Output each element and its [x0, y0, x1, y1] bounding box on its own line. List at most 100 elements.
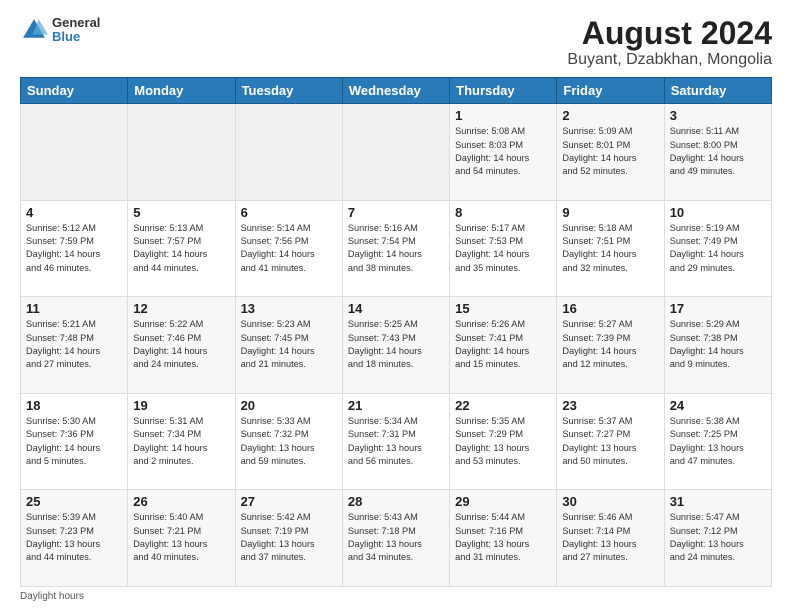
- day-info: Sunrise: 5:19 AMSunset: 7:49 PMDaylight:…: [670, 222, 766, 275]
- day-number: 24: [670, 398, 766, 413]
- logo: General Blue: [20, 16, 100, 45]
- calendar-week-5: 25Sunrise: 5:39 AMSunset: 7:23 PMDayligh…: [21, 490, 772, 587]
- calendar-header-friday: Friday: [557, 78, 664, 104]
- day-number: 29: [455, 494, 551, 509]
- calendar-cell: 14Sunrise: 5:25 AMSunset: 7:43 PMDayligh…: [342, 297, 449, 394]
- day-number: 4: [26, 205, 122, 220]
- day-info: Sunrise: 5:21 AMSunset: 7:48 PMDaylight:…: [26, 318, 122, 371]
- calendar-cell: 24Sunrise: 5:38 AMSunset: 7:25 PMDayligh…: [664, 393, 771, 490]
- calendar: SundayMondayTuesdayWednesdayThursdayFrid…: [20, 77, 772, 587]
- day-info: Sunrise: 5:17 AMSunset: 7:53 PMDaylight:…: [455, 222, 551, 275]
- calendar-cell: 21 Sunrise: 5:34 AMSunset: 7:31 PMDayligh…: [342, 393, 449, 490]
- title-block: August 2024 Buyant, Dzabkhan, Mongolia: [567, 16, 772, 69]
- calendar-cell: 27 Sunrise: 5:42 AMSunset: 7:19 PMDayligh…: [235, 490, 342, 587]
- day-number: 2: [562, 108, 658, 123]
- day-info: Sunrise: 5:34 AMSunset: 7:31 PMDaylight:…: [348, 415, 444, 468]
- calendar-header-sunday: Sunday: [21, 78, 128, 104]
- calendar-cell: 29 Sunrise: 5:44 AMSunset: 7:16 PMDayligh…: [450, 490, 557, 587]
- calendar-cell: 8 Sunrise: 5:17 AMSunset: 7:53 PMDaylight…: [450, 200, 557, 297]
- day-info: Sunrise: 5:22 AMSunset: 7:46 PMDaylight:…: [133, 318, 229, 371]
- day-number: 22: [455, 398, 551, 413]
- calendar-week-4: 18 Sunrise: 5:30 AMSunset: 7:36 PMDayligh…: [21, 393, 772, 490]
- day-number: 16: [562, 301, 658, 316]
- day-number: 1: [455, 108, 551, 123]
- day-number: 27: [241, 494, 337, 509]
- calendar-cell: [342, 104, 449, 201]
- calendar-cell: 20Sunrise: 5:33 AMSunset: 7:32 PMDayligh…: [235, 393, 342, 490]
- day-number: 6: [241, 205, 337, 220]
- header: General Blue August 2024 Buyant, Dzabkha…: [20, 16, 772, 69]
- day-info: Sunrise: 5:37 AMSunset: 7:27 PMDaylight:…: [562, 415, 658, 468]
- calendar-cell: 5 Sunrise: 5:13 AMSunset: 7:57 PMDaylight…: [128, 200, 235, 297]
- calendar-cell: [128, 104, 235, 201]
- day-info: Sunrise: 5:25 AMSunset: 7:43 PMDaylight:…: [348, 318, 444, 371]
- calendar-cell: 1 Sunrise: 5:08 AMSunset: 8:03 PMDaylight…: [450, 104, 557, 201]
- calendar-cell: 12 Sunrise: 5:22 AMSunset: 7:46 PMDayligh…: [128, 297, 235, 394]
- calendar-cell: 9 Sunrise: 5:18 AMSunset: 7:51 PMDaylight…: [557, 200, 664, 297]
- day-info: Sunrise: 5:18 AMSunset: 7:51 PMDaylight:…: [562, 222, 658, 275]
- day-info: Sunrise: 5:43 AMSunset: 7:18 PMDaylight:…: [348, 511, 444, 564]
- day-number: 20: [241, 398, 337, 413]
- calendar-cell: 16 Sunrise: 5:27 AMSunset: 7:39 PMDayligh…: [557, 297, 664, 394]
- footer: Daylight hours: [20, 591, 772, 602]
- logo-text: General Blue: [52, 16, 100, 45]
- day-info: Sunrise: 5:40 AMSunset: 7:21 PMDaylight:…: [133, 511, 229, 564]
- day-number: 11: [26, 301, 122, 316]
- day-number: 30: [562, 494, 658, 509]
- day-number: 31: [670, 494, 766, 509]
- day-number: 12: [133, 301, 229, 316]
- calendar-cell: 25Sunrise: 5:39 AMSunset: 7:23 PMDayligh…: [21, 490, 128, 587]
- calendar-header-tuesday: Tuesday: [235, 78, 342, 104]
- page-title: August 2024: [567, 16, 772, 51]
- day-info: Sunrise: 5:09 AMSunset: 8:01 PMDaylight:…: [562, 125, 658, 178]
- calendar-body: 1 Sunrise: 5:08 AMSunset: 8:03 PMDaylight…: [21, 104, 772, 587]
- day-info: Sunrise: 5:44 AMSunset: 7:16 PMDaylight:…: [455, 511, 551, 564]
- calendar-cell: 26Sunrise: 5:40 AMSunset: 7:21 PMDayligh…: [128, 490, 235, 587]
- day-info: Sunrise: 5:27 AMSunset: 7:39 PMDaylight:…: [562, 318, 658, 371]
- day-number: 5: [133, 205, 229, 220]
- calendar-cell: 17Sunrise: 5:29 AMSunset: 7:38 PMDayligh…: [664, 297, 771, 394]
- calendar-cell: 4Sunrise: 5:12 AMSunset: 7:59 PMDaylight…: [21, 200, 128, 297]
- day-info: Sunrise: 5:08 AMSunset: 8:03 PMDaylight:…: [455, 125, 551, 178]
- calendar-cell: 3Sunrise: 5:11 AMSunset: 8:00 PMDaylight…: [664, 104, 771, 201]
- logo-line2: Blue: [52, 30, 100, 44]
- calendar-cell: 30 Sunrise: 5:46 AMSunset: 7:14 PMDayligh…: [557, 490, 664, 587]
- day-number: 8: [455, 205, 551, 220]
- day-info: Sunrise: 5:30 AMSunset: 7:36 PMDaylight:…: [26, 415, 122, 468]
- day-info: Sunrise: 5:31 AMSunset: 7:34 PMDaylight:…: [133, 415, 229, 468]
- page: General Blue August 2024 Buyant, Dzabkha…: [0, 0, 792, 612]
- calendar-cell: 19 Sunrise: 5:31 AMSunset: 7:34 PMDayligh…: [128, 393, 235, 490]
- calendar-cell: 18 Sunrise: 5:30 AMSunset: 7:36 PMDayligh…: [21, 393, 128, 490]
- day-number: 19: [133, 398, 229, 413]
- calendar-week-2: 4Sunrise: 5:12 AMSunset: 7:59 PMDaylight…: [21, 200, 772, 297]
- calendar-week-3: 11 Sunrise: 5:21 AMSunset: 7:48 PMDayligh…: [21, 297, 772, 394]
- day-info: Sunrise: 5:26 AMSunset: 7:41 PMDaylight:…: [455, 318, 551, 371]
- calendar-cell: 2 Sunrise: 5:09 AMSunset: 8:01 PMDaylight…: [557, 104, 664, 201]
- day-number: 28: [348, 494, 444, 509]
- day-number: 21: [348, 398, 444, 413]
- day-number: 3: [670, 108, 766, 123]
- day-info: Sunrise: 5:46 AMSunset: 7:14 PMDaylight:…: [562, 511, 658, 564]
- logo-line1: General: [52, 16, 100, 30]
- calendar-cell: [21, 104, 128, 201]
- calendar-cell: 23Sunrise: 5:37 AMSunset: 7:27 PMDayligh…: [557, 393, 664, 490]
- day-number: 9: [562, 205, 658, 220]
- day-number: 13: [241, 301, 337, 316]
- calendar-cell: 7Sunrise: 5:16 AMSunset: 7:54 PMDaylight…: [342, 200, 449, 297]
- calendar-cell: 13 Sunrise: 5:23 AMSunset: 7:45 PMDayligh…: [235, 297, 342, 394]
- day-number: 25: [26, 494, 122, 509]
- calendar-cell: 10Sunrise: 5:19 AMSunset: 7:49 PMDayligh…: [664, 200, 771, 297]
- calendar-cell: [235, 104, 342, 201]
- calendar-header-monday: Monday: [128, 78, 235, 104]
- page-subtitle: Buyant, Dzabkhan, Mongolia: [567, 51, 772, 69]
- calendar-cell: 22Sunrise: 5:35 AMSunset: 7:29 PMDayligh…: [450, 393, 557, 490]
- day-info: Sunrise: 5:42 AMSunset: 7:19 PMDaylight:…: [241, 511, 337, 564]
- day-number: 18: [26, 398, 122, 413]
- day-info: Sunrise: 5:16 AMSunset: 7:54 PMDaylight:…: [348, 222, 444, 275]
- day-info: Sunrise: 5:23 AMSunset: 7:45 PMDaylight:…: [241, 318, 337, 371]
- calendar-week-1: 1 Sunrise: 5:08 AMSunset: 8:03 PMDaylight…: [21, 104, 772, 201]
- calendar-header-saturday: Saturday: [664, 78, 771, 104]
- day-info: Sunrise: 5:47 AMSunset: 7:12 PMDaylight:…: [670, 511, 766, 564]
- day-info: Sunrise: 5:13 AMSunset: 7:57 PMDaylight:…: [133, 222, 229, 275]
- day-info: Sunrise: 5:29 AMSunset: 7:38 PMDaylight:…: [670, 318, 766, 371]
